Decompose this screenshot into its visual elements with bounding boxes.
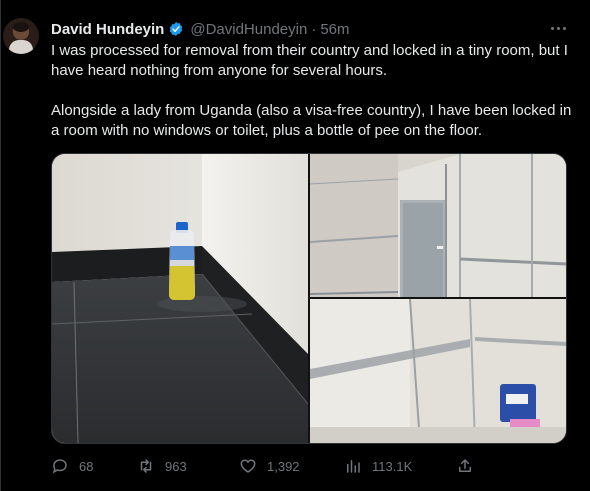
views-button[interactable]: 113.1K (344, 455, 412, 477)
door-photo (310, 154, 566, 297)
like-count: 1,392 (267, 458, 300, 474)
tweet[interactable]: David Hundeyin @DavidHundeyin · 56m I wa… (0, 0, 590, 491)
retweet-button[interactable]: 963 (137, 455, 187, 477)
author-handle[interactable]: @DavidHundeyin (190, 21, 307, 38)
reply-count: 68 (79, 458, 94, 474)
share-icon (459, 459, 471, 472)
tweet-header: David Hundeyin @DavidHundeyin · 56m (51, 18, 350, 40)
tweet-text: I was processed for removal from their c… (51, 41, 581, 141)
timestamp[interactable]: 56m (320, 21, 349, 38)
media-grid (51, 153, 567, 444)
tweet-paragraph-2: Alongside a lady from Uganda (also a vis… (51, 102, 572, 139)
avatar-hair (13, 22, 29, 32)
avatar-shirt (9, 40, 33, 54)
retweet-icon (140, 459, 152, 473)
reply-icon (52, 459, 67, 474)
media-image-door[interactable] (310, 154, 566, 297)
floor-corner-photo (52, 154, 308, 443)
timeline-border (0, 0, 1, 491)
like-button[interactable]: 1,392 (239, 455, 300, 477)
media-image-walls[interactable] (310, 299, 566, 443)
verified-badge-icon (170, 22, 183, 36)
view-count: 113.1K (372, 458, 413, 474)
reply-button[interactable]: 68 (51, 455, 93, 477)
share-button[interactable] (456, 455, 484, 477)
more-options-icon[interactable] (546, 18, 570, 38)
avatar[interactable] (3, 18, 39, 54)
separator-dot: · (311, 20, 317, 38)
action-bar: 68 963 1,392 113.1K (51, 455, 571, 477)
views-icon (347, 460, 360, 473)
walls-photo (310, 299, 566, 443)
like-icon (240, 459, 256, 473)
tweet-paragraph-1: I was processed for removal from their c… (51, 42, 568, 79)
media-image-floor-corner[interactable] (52, 154, 308, 443)
author-name[interactable]: David Hundeyin (51, 21, 164, 38)
retweet-count: 963 (165, 458, 187, 474)
